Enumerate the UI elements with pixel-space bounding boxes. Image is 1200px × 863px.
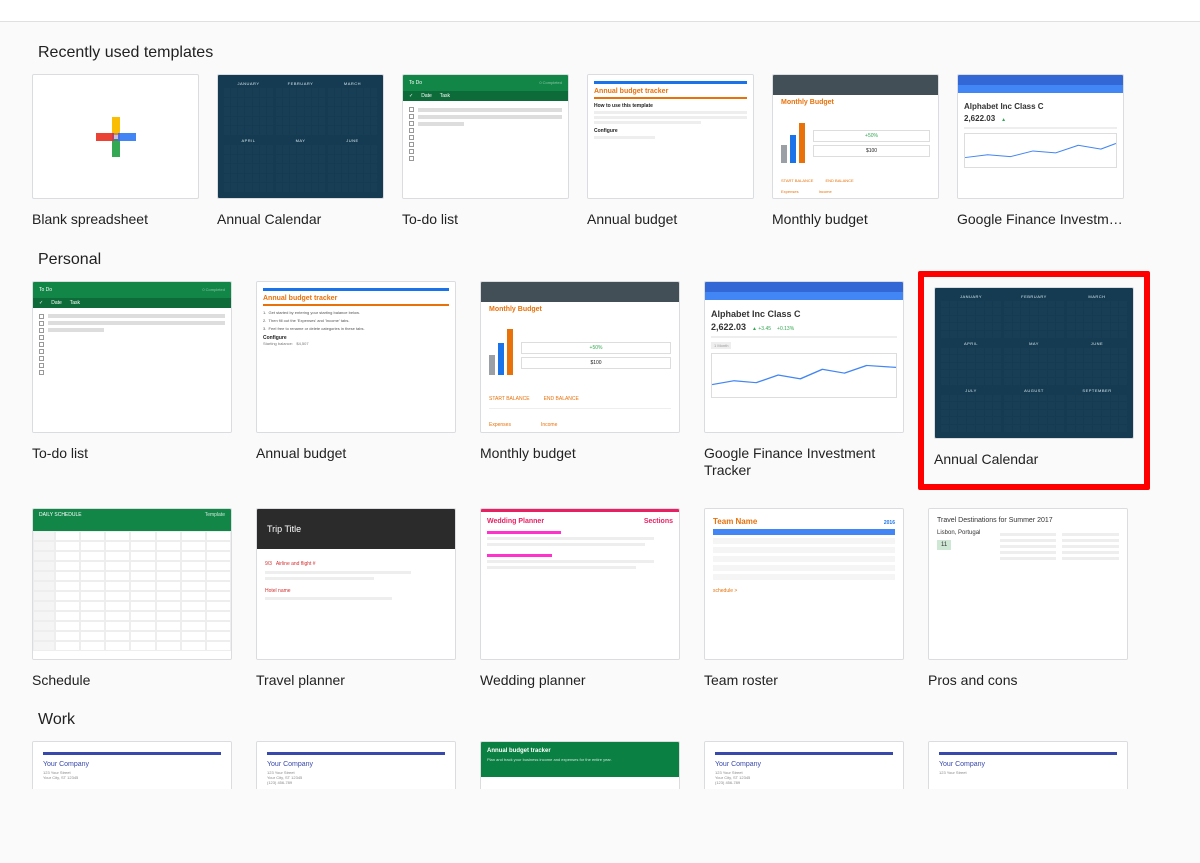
recent-templates-row: Blank spreadsheet JANUARY FEBRUARY MARCH… (32, 74, 1168, 229)
template-label: Travel planner (256, 672, 456, 690)
template-label: Annual budget (587, 211, 754, 229)
template-work-company-4[interactable]: Your Company 123 Your Street (928, 741, 1128, 789)
template-annual-calendar-highlighted[interactable]: JANUARY FEBRUARY MARCH APRIL MAY JUNE JU… (918, 271, 1150, 490)
template-work-company-2[interactable]: Your Company 123 Your StreetYour City, S… (256, 741, 456, 789)
template-travel-planner[interactable]: Trip Title 9/3 Airline and flight # Hote… (256, 508, 456, 690)
template-monthly-budget[interactable]: Monthly Budget +50% $100 START BALANCEEN… (480, 281, 680, 480)
template-todo-list[interactable]: To Do0 Completed ✓DateTask To-do list (402, 74, 569, 229)
template-label: Schedule (32, 672, 232, 690)
template-schedule[interactable]: DAILY SCHEDULE Template Schedule (32, 508, 232, 690)
template-label: To-do list (32, 445, 232, 463)
template-label: Annual budget (256, 445, 456, 463)
personal-templates-row-1: To Do0 Completed ✓DateTask To (32, 281, 1168, 480)
template-annual-budget[interactable]: Annual budget tracker 1. Get started by … (256, 281, 456, 480)
template-google-finance[interactable]: Alphabet Inc Class C 2,622.03 ▲ (957, 74, 1124, 229)
template-label: Team roster (704, 672, 904, 690)
template-work-company-3[interactable]: Your Company 123 Your StreetYour City, S… (704, 741, 904, 789)
template-label: Pros and cons (928, 672, 1128, 690)
template-work-green-budget[interactable]: Annual budget tracker Plan and track you… (480, 741, 680, 789)
template-google-finance[interactable]: Alphabet Inc Class C 2,622.03 ▲ +3.45 +0… (704, 281, 904, 480)
template-work-company-1[interactable]: Your Company 123 Your StreetYour City, S… (32, 741, 232, 789)
template-todo-list[interactable]: To Do0 Completed ✓DateTask To (32, 281, 232, 480)
template-label: To-do list (402, 211, 569, 229)
section-title-work: Work (38, 711, 1168, 729)
work-templates-row: Your Company 123 Your StreetYour City, S… (32, 741, 1168, 789)
template-monthly-budget[interactable]: Monthly Budget +50% $100 START BALANCEEN… (772, 74, 939, 229)
personal-templates-row-2: DAILY SCHEDULE Template Schedule Trip Ti… (32, 508, 1168, 690)
section-title-personal: Personal (38, 251, 1168, 269)
template-label: Blank spreadsheet (32, 211, 199, 229)
template-label: Wedding planner (480, 672, 680, 690)
template-label: Google Finance Investment Tracker (957, 211, 1124, 229)
section-title-recent: Recently used templates (38, 44, 1168, 62)
plus-icon (33, 75, 198, 198)
template-annual-budget[interactable]: Annual budget tracker How to use this te… (587, 74, 754, 229)
template-label: Monthly budget (480, 445, 680, 463)
template-team-roster[interactable]: Team Name 2016 schedule > Team roster (704, 508, 904, 690)
template-pros-cons[interactable]: Travel Destinations for Summer 2017 Lisb… (928, 508, 1128, 690)
template-label: Monthly budget (772, 211, 939, 229)
template-label: Annual Calendar (934, 451, 1134, 469)
template-wedding-planner[interactable]: Wedding Planner Sections Wedding planner (480, 508, 680, 690)
template-annual-calendar[interactable]: JANUARY FEBRUARY MARCH APRIL MAY JUNE An… (217, 74, 384, 229)
template-label: Annual Calendar (217, 211, 384, 229)
template-label: Google Finance Investment Tracker (704, 445, 904, 480)
template-blank-spreadsheet[interactable]: Blank spreadsheet (32, 74, 199, 229)
